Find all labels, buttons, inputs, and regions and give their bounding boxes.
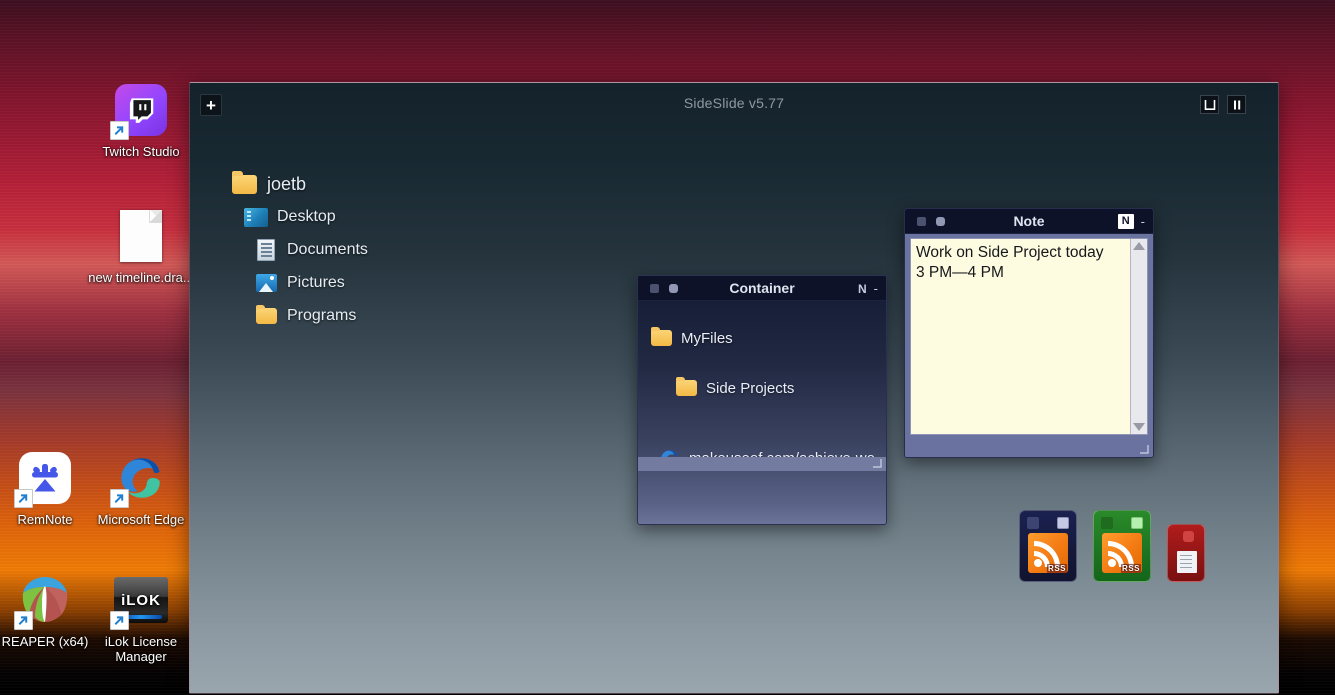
- desktop-icon-label: Twitch Studio: [86, 144, 196, 159]
- container-note-badge[interactable]: N: [858, 282, 867, 296]
- quicklink-label: Desktop: [277, 208, 336, 226]
- rss-widget-green[interactable]: RSS: [1093, 510, 1151, 582]
- folder-icon: [650, 328, 673, 348]
- shortcut-arrow-icon: [110, 611, 129, 630]
- quicklink-desktop[interactable]: Desktop: [244, 202, 460, 232]
- quicklink-label: joetb: [267, 174, 306, 195]
- shortcut-arrow-icon: [110, 489, 129, 508]
- desktop-icon-label: RemNote: [0, 512, 100, 527]
- pictures-icon: [254, 272, 278, 294]
- quicklinks-list: joetb Desktop Documents Pictures Program…: [230, 169, 460, 334]
- note-text-area[interactable]: Work on Side Project today 3 PM—4 PM: [910, 238, 1148, 435]
- sideslide-title: SideSlide v5.77: [190, 95, 1278, 111]
- quicklink-documents[interactable]: Documents: [254, 235, 460, 265]
- desktop: Twitch Studio new timeline.dra...: [0, 0, 1335, 695]
- scroll-down-icon[interactable]: [1133, 423, 1145, 431]
- widget-menu-dot[interactable]: [1101, 517, 1113, 529]
- container-title: Container: [638, 280, 886, 296]
- note-footer: [905, 437, 1153, 457]
- ilok-icon: iLOK: [113, 572, 169, 628]
- folder-icon: [230, 172, 258, 196]
- container-item-label: Side Projects: [706, 380, 794, 397]
- reaper-icon: [17, 572, 73, 628]
- desktop-icon-microsoft-edge[interactable]: Microsoft Edge: [86, 450, 196, 527]
- container-title-bar[interactable]: Container N -: [638, 276, 886, 301]
- container-item-side-projects[interactable]: Side Projects: [675, 375, 886, 401]
- rss-icon: RSS: [1102, 533, 1142, 573]
- widget-restore-dot[interactable]: [1131, 517, 1143, 529]
- documents-icon: [254, 239, 278, 261]
- scroll-up-icon[interactable]: [1133, 242, 1145, 250]
- microsoft-edge-icon: [113, 450, 169, 506]
- twitch-studio-icon: [113, 82, 169, 138]
- container-minimize-button[interactable]: -: [874, 281, 878, 296]
- note-content[interactable]: Work on Side Project today 3 PM—4 PM: [911, 239, 1130, 434]
- desktop-icon-label: new timeline.dra...: [86, 270, 196, 285]
- desktop-icon-twitch-studio[interactable]: Twitch Studio: [86, 82, 196, 159]
- note-title-bar[interactable]: Note N -: [905, 209, 1153, 234]
- desktop-icon: [244, 206, 268, 228]
- quicklink-label: Pictures: [287, 274, 345, 292]
- rss-label: RSS: [1047, 564, 1067, 573]
- container-window[interactable]: Container N - MyFiles Side Projects: [637, 275, 887, 525]
- desktop-icon-new-timeline[interactable]: new timeline.dra...: [86, 208, 196, 285]
- document-icon: [113, 208, 169, 264]
- desktop-icon-reaper[interactable]: REAPER (x64): [0, 572, 100, 649]
- note-window[interactable]: Note N - Work on Side Project today 3 PM…: [904, 208, 1154, 458]
- rss-icon: RSS: [1028, 533, 1068, 573]
- note-minimize-button[interactable]: -: [1141, 214, 1145, 229]
- sideslide-title-bar[interactable]: + SideSlide v5.77: [190, 83, 1278, 123]
- rss-widget-dark[interactable]: RSS: [1019, 510, 1077, 582]
- quicklink-label: Documents: [287, 241, 368, 259]
- note-widget-red[interactable]: [1167, 524, 1205, 582]
- pause-button[interactable]: [1227, 95, 1246, 114]
- widget-menu-dot[interactable]: [1183, 531, 1194, 542]
- quicklink-programs[interactable]: Programs: [254, 301, 460, 331]
- sideslide-panel: + SideSlide v5.77 joetb De: [189, 82, 1279, 694]
- document-icon: [1177, 551, 1197, 573]
- note-mode-badge[interactable]: N: [1118, 214, 1134, 229]
- note-resize-grip[interactable]: [1139, 444, 1149, 454]
- container-footer: [638, 457, 886, 471]
- desktop-icon-label: iLok License Manager: [86, 634, 196, 664]
- desktop-icon-remnote[interactable]: RemNote: [0, 450, 100, 527]
- shortcut-arrow-icon: [14, 489, 33, 508]
- folder-icon: [675, 378, 698, 398]
- container-resize-grip[interactable]: [872, 458, 882, 468]
- desktop-icon-label: REAPER (x64): [0, 634, 100, 649]
- dock-button[interactable]: [1200, 95, 1219, 114]
- folder-icon: [254, 305, 278, 327]
- widget-menu-dot[interactable]: [1027, 517, 1039, 529]
- widget-restore-dot[interactable]: [1057, 517, 1069, 529]
- note-scrollbar[interactable]: [1130, 239, 1147, 434]
- remnote-icon: [17, 450, 73, 506]
- note-title: Note: [905, 213, 1153, 229]
- shortcut-arrow-icon: [14, 611, 33, 630]
- desktop-icon-ilok-license-manager[interactable]: iLOK iLok License Manager: [86, 572, 196, 664]
- container-item-myfiles[interactable]: MyFiles: [650, 325, 886, 351]
- container-items: MyFiles Side Projects makeuseof.com/achi: [638, 301, 886, 471]
- minimized-widgets: RSS RSS: [1019, 510, 1205, 582]
- container-item-label: MyFiles: [681, 330, 733, 347]
- desktop-icon-label: Microsoft Edge: [86, 512, 196, 527]
- quicklink-joetb[interactable]: joetb: [230, 169, 460, 199]
- shortcut-arrow-icon: [110, 121, 129, 140]
- quicklink-pictures[interactable]: Pictures: [254, 268, 460, 298]
- rss-label: RSS: [1121, 564, 1141, 573]
- quicklink-label: Programs: [287, 307, 356, 325]
